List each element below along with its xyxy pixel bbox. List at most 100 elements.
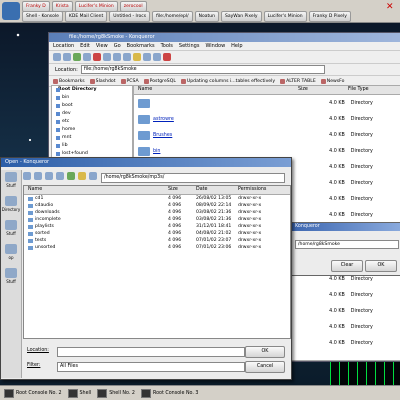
- cancel-button[interactable]: Cancel: [245, 361, 285, 373]
- column-date[interactable]: Date: [196, 186, 238, 194]
- cut-icon[interactable]: [103, 53, 111, 61]
- reload-icon[interactable]: [83, 53, 91, 61]
- task-item[interactable]: Franky D Pixely: [308, 11, 351, 22]
- folder-icon: [28, 196, 33, 201]
- file-row[interactable]: incomplete 4 096 03/08/02 21:36 drwxr-xr-x: [24, 216, 290, 223]
- path-combo[interactable]: /home/rg8kSmoke/mp3s/: [101, 173, 285, 183]
- bookmark-item[interactable]: PCSA: [120, 78, 139, 84]
- home-icon[interactable]: [67, 172, 75, 180]
- print-icon[interactable]: [133, 53, 141, 61]
- bookmark-icon: [53, 78, 58, 84]
- bookmark-item[interactable]: ALTER TABLE: [280, 78, 316, 84]
- menu-window[interactable]: Window: [205, 42, 225, 50]
- column-size[interactable]: Size: [168, 186, 196, 194]
- column-type[interactable]: File Type: [348, 86, 398, 94]
- menu-view[interactable]: View: [96, 42, 108, 50]
- back-icon[interactable]: [23, 172, 31, 180]
- taskbar-row-2: Shell - Konsole KDE Mail Client Untitled…: [22, 11, 351, 22]
- sidebar-place[interactable]: Directory: [1, 196, 21, 218]
- bookmark-item[interactable]: NewsFo: [320, 78, 344, 84]
- sidebar-place[interactable]: op: [1, 244, 21, 266]
- forward-icon[interactable]: [63, 53, 71, 61]
- folder-icon: [138, 146, 150, 156]
- file-row[interactable]: sorted 4 096 04/08/02 21:02 drwxr-xr-x: [24, 230, 290, 237]
- ok-button[interactable]: OK: [245, 346, 285, 358]
- location-input[interactable]: [57, 347, 245, 357]
- tree-item[interactable]: etc: [52, 118, 132, 126]
- sidebar-place[interactable]: Stuff: [1, 172, 21, 194]
- file-row[interactable]: astrowre 4.0 KB Directory: [134, 111, 400, 127]
- bookmark-item[interactable]: PostgreSQL: [143, 78, 176, 84]
- reload-icon[interactable]: [56, 172, 64, 180]
- file-row[interactable]: Brushes 4.0 KB Directory: [134, 127, 400, 143]
- view-icon[interactable]: [163, 53, 171, 61]
- clear-button[interactable]: Clear: [331, 260, 363, 272]
- file-row[interactable]: downloads 4 096 03/08/02 21:36 drwxr-xr-x: [24, 209, 290, 216]
- bookmark-item[interactable]: Slashdot: [89, 78, 116, 84]
- file-name-cell: [134, 98, 296, 108]
- back-icon[interactable]: [53, 53, 61, 61]
- file-name[interactable]: astrowre: [153, 117, 174, 122]
- terminal-task[interactable]: Root Console No. 3: [140, 388, 198, 398]
- path-input[interactable]: /home/rg8kSmoke: [295, 240, 399, 249]
- kde-menu-icon[interactable]: [2, 2, 20, 20]
- task-item[interactable]: Shell - Konsole: [22, 11, 63, 22]
- task-item[interactable]: KDE Mail Client: [64, 11, 108, 22]
- task-item[interactable]: file:/home/epl/: [152, 11, 193, 22]
- task-item[interactable]: Untitled - lrocs: [109, 11, 151, 22]
- column-permissions[interactable]: Permissions: [238, 186, 288, 194]
- file-name[interactable]: bin: [153, 149, 160, 154]
- file-row[interactable]: playlists 4 096 31/12/01 18:41 drwxr-xr-x: [24, 223, 290, 230]
- column-name[interactable]: Name: [134, 86, 298, 94]
- tree-item[interactable]: home: [52, 126, 132, 134]
- menu-go[interactable]: Go: [114, 42, 121, 50]
- file-row[interactable]: unsorted 4 096 07/01/02 23:06 drwxr-xr-x: [24, 244, 290, 251]
- home-icon[interactable]: [73, 53, 81, 61]
- place-label: Stuff: [6, 183, 16, 188]
- file-row[interactable]: tests 4 096 07/01/02 23:07 drwxr-xr-x: [24, 237, 290, 244]
- tree-item[interactable]: boot: [52, 102, 132, 110]
- menu-bookmarks[interactable]: Bookmarks: [127, 42, 155, 50]
- close-icon[interactable]: ✕: [386, 2, 396, 12]
- task-item[interactable]: Noatun: [194, 11, 219, 22]
- menu-help[interactable]: Help: [231, 42, 242, 50]
- menu-settings[interactable]: Settings: [179, 42, 200, 50]
- menu-location[interactable]: Location: [53, 42, 74, 50]
- ok-button[interactable]: OK: [365, 260, 397, 272]
- column-size[interactable]: Size: [298, 86, 348, 94]
- terminal-task[interactable]: Shell: [67, 388, 91, 398]
- forward-icon[interactable]: [34, 172, 42, 180]
- tree-root[interactable]: Root Directory: [52, 86, 132, 94]
- sidebar-place[interactable]: Stuff: [1, 220, 21, 242]
- menu-tools[interactable]: Tools: [161, 42, 173, 50]
- tree-item[interactable]: lib: [52, 142, 132, 150]
- view-icon[interactable]: [89, 172, 97, 180]
- file-name[interactable]: Brushes: [153, 133, 172, 138]
- zoom-in-icon[interactable]: [143, 53, 151, 61]
- zoom-out-icon[interactable]: [153, 53, 161, 61]
- task-item[interactable]: SayWan Pixely: [221, 11, 262, 22]
- filter-select[interactable]: All Files: [57, 362, 245, 372]
- task-item[interactable]: Lucifer's Minion: [263, 11, 307, 22]
- copy-icon[interactable]: [113, 53, 121, 61]
- terminal-task[interactable]: Root Console No. 2: [4, 388, 62, 398]
- location-input[interactable]: file:/home/rg8kSmoke: [80, 65, 325, 74]
- new-folder-icon[interactable]: [78, 172, 86, 180]
- location-bar: Location: file:/home/rg8kSmoke: [49, 64, 400, 76]
- bookmark-item[interactable]: Bookmarks: [53, 78, 85, 84]
- location-label: Location:: [27, 348, 49, 353]
- stop-icon[interactable]: [93, 53, 101, 61]
- menu-edit[interactable]: Edit: [80, 42, 90, 50]
- column-name[interactable]: Name: [24, 186, 168, 194]
- paste-icon[interactable]: [123, 53, 131, 61]
- tree-item[interactable]: dev: [52, 110, 132, 118]
- tree-item[interactable]: mnt: [52, 134, 132, 142]
- up-icon[interactable]: [45, 172, 53, 180]
- file-row[interactable]: 4.0 KB Directory: [134, 95, 400, 111]
- file-row[interactable]: cd1 4 096 26/08/02 13:05 drwxr-xr-x: [24, 195, 290, 202]
- tree-item[interactable]: bin: [52, 94, 132, 102]
- terminal-task[interactable]: Shell No. 2: [97, 388, 135, 398]
- bookmark-item[interactable]: Updating columns i...tables effectively: [180, 78, 275, 84]
- sidebar-place[interactable]: Stuff: [1, 268, 21, 290]
- file-row[interactable]: cdaudio 4 096 08/09/02 22:14 drwxr-xr-x: [24, 202, 290, 209]
